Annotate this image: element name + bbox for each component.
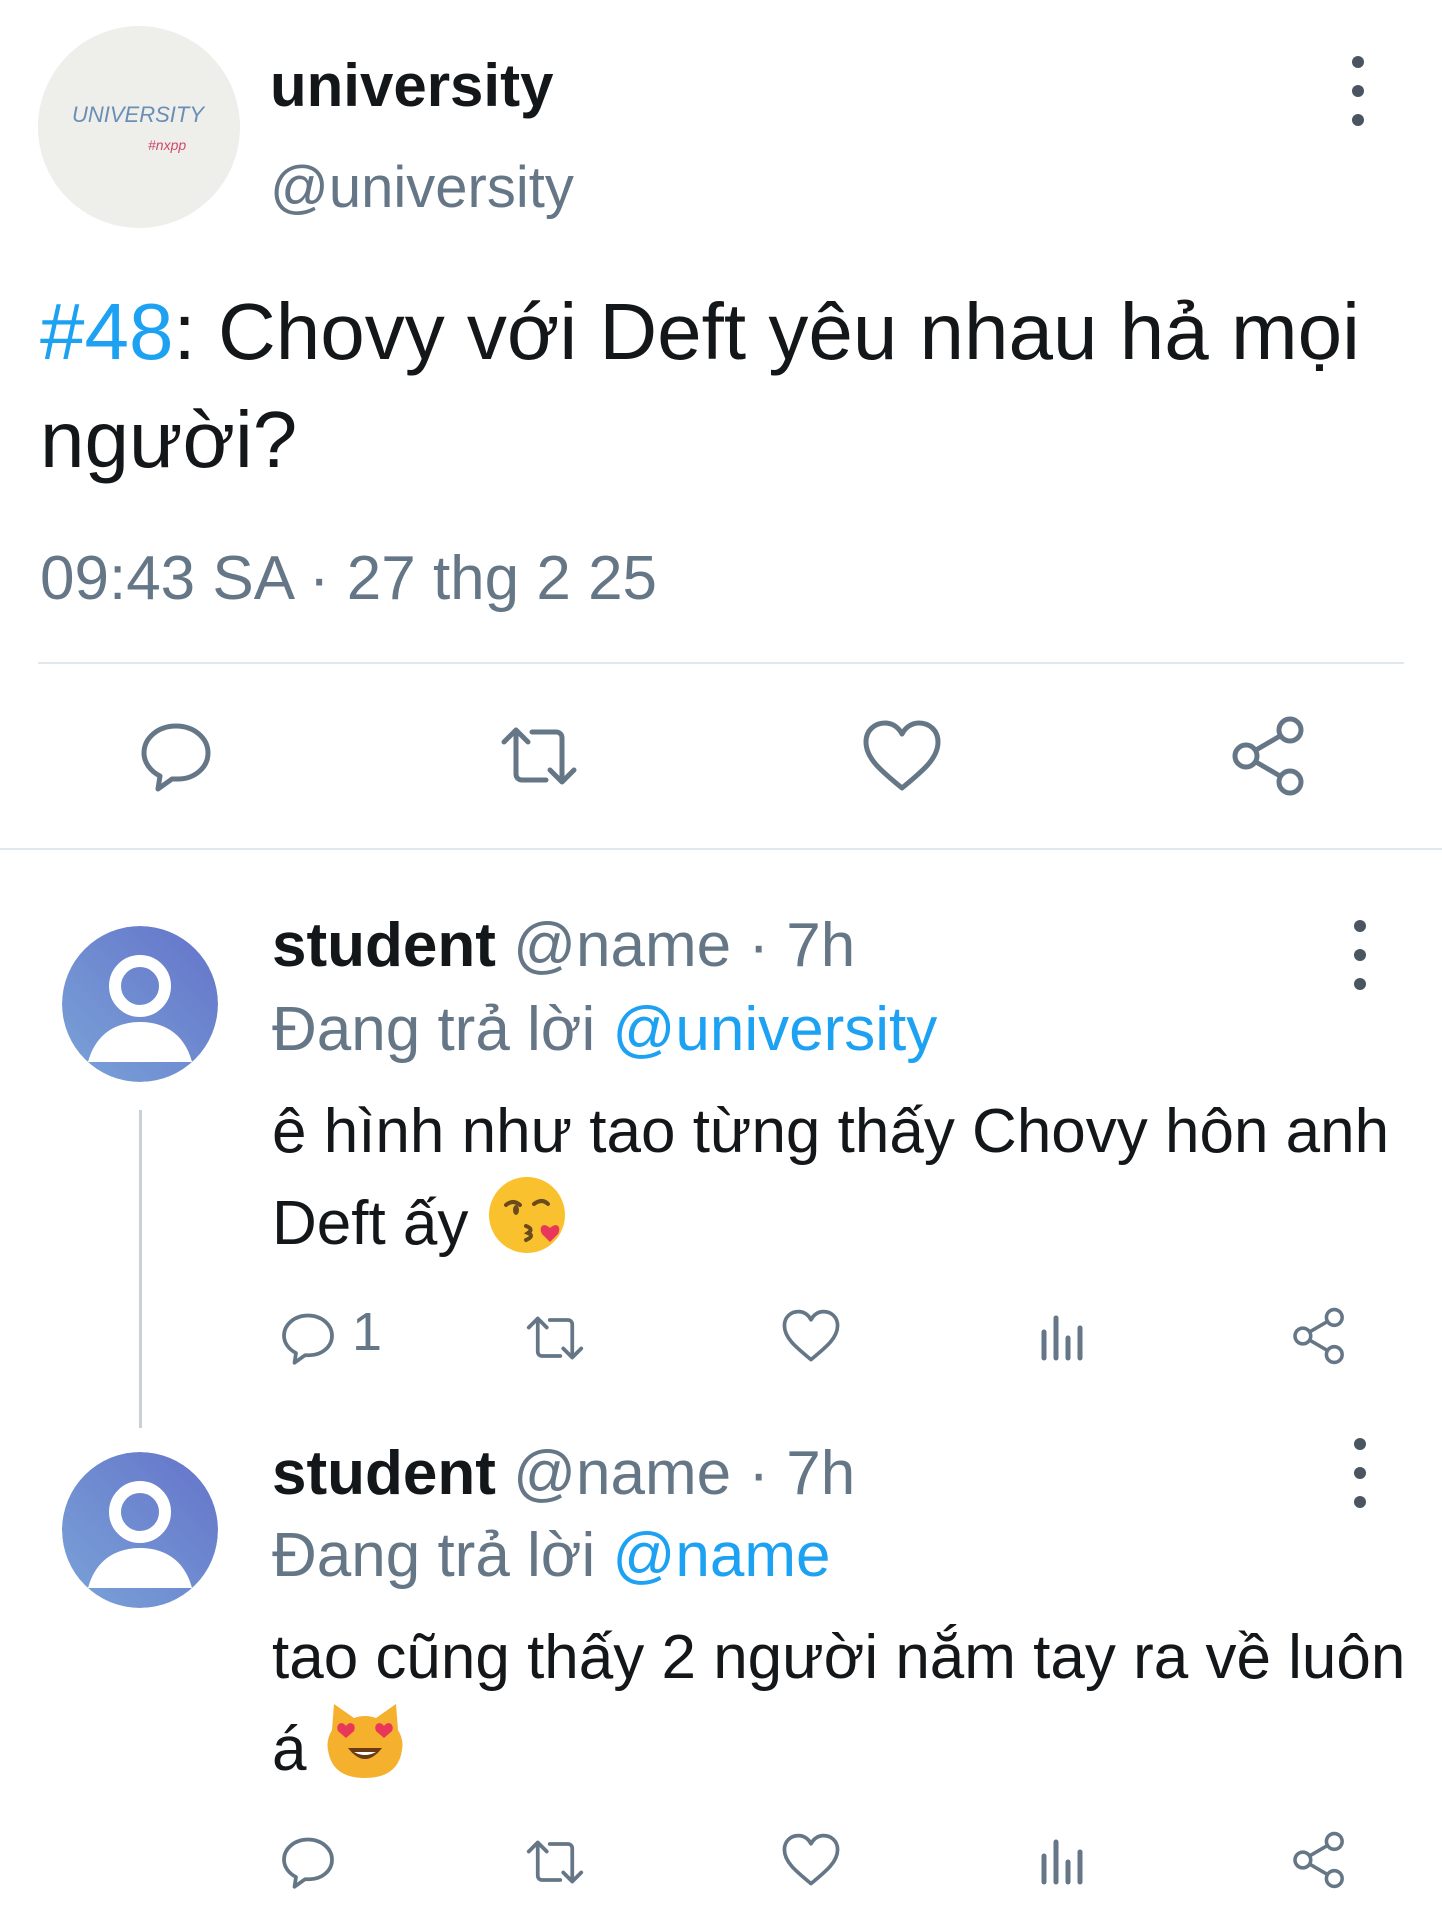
- replying-to-line: Đang trả lời @university: [272, 990, 937, 1070]
- retweet-button[interactable]: [522, 1832, 588, 1892]
- reply-time[interactable]: · 7h: [748, 1439, 855, 1508]
- reply-header: student @name · 7h: [272, 1434, 855, 1514]
- retweet-button[interactable]: [496, 716, 582, 796]
- reply-body: tao cũng thấy 2 người nắm tay ra về luôn…: [272, 1623, 1406, 1784]
- reply-button[interactable]: [278, 1308, 338, 1368]
- retweet-button[interactable]: [522, 1308, 588, 1368]
- like-icon: [863, 720, 941, 791]
- like-icon: [782, 1309, 840, 1362]
- like-button[interactable]: [860, 716, 944, 796]
- replying-label: Đang trả lời: [272, 995, 596, 1064]
- mention-link[interactable]: @name: [612, 1521, 830, 1590]
- share-icon: [1293, 1307, 1344, 1365]
- share-button[interactable]: [1290, 1306, 1350, 1366]
- profile-avatar[interactable]: UNIVERSITY #nxpp: [38, 26, 240, 228]
- more-dot-icon: [1354, 920, 1366, 932]
- more-dot-icon: [1354, 949, 1366, 961]
- reply-display-name[interactable]: student: [272, 911, 496, 980]
- analytics-button[interactable]: [1038, 1310, 1088, 1362]
- like-button[interactable]: [780, 1830, 842, 1890]
- like-icon: [782, 1833, 840, 1886]
- reply-button[interactable]: [136, 716, 216, 796]
- analytics-icon: [1041, 1315, 1083, 1361]
- more-options-button[interactable]: [1345, 1438, 1375, 1508]
- reply-body: ê hình như tao từng thấy Chovy hôn anh D…: [272, 1097, 1390, 1258]
- more-dot-icon: [1352, 114, 1364, 126]
- more-options-button[interactable]: [1343, 56, 1373, 126]
- avatar-text: UNIVERSITY: [72, 102, 205, 127]
- tweet-body: : Chovy với Deft yêu nhau hả mọi người?: [40, 287, 1360, 484]
- share-button[interactable]: [1228, 714, 1312, 798]
- display-name[interactable]: university: [270, 48, 553, 124]
- divider: [38, 662, 1404, 664]
- avatar[interactable]: [62, 926, 218, 1082]
- more-dot-icon: [1354, 1438, 1366, 1450]
- reply-icon: [141, 723, 211, 792]
- retweet-icon: [501, 727, 577, 785]
- heart-eyes-cat-emoji: [324, 1700, 406, 1782]
- share-icon: [1293, 1831, 1344, 1889]
- reply-handle[interactable]: @name: [513, 1439, 731, 1508]
- avatar-subtext: #nxpp: [148, 137, 186, 153]
- reply-handle[interactable]: @name: [513, 911, 731, 980]
- reply-header: student @name · 7h: [272, 906, 855, 986]
- more-dot-icon: [1354, 1496, 1366, 1508]
- more-dot-icon: [1352, 85, 1364, 97]
- replying-label: Đang trả lời: [272, 1521, 596, 1590]
- thread-line: [139, 1110, 142, 1428]
- mention-link[interactable]: @university: [612, 995, 937, 1064]
- hashtag-link[interactable]: #48: [40, 287, 173, 376]
- reply-time[interactable]: · 7h: [748, 911, 855, 980]
- like-button[interactable]: [780, 1306, 842, 1366]
- analytics-icon: [1041, 1839, 1083, 1885]
- reply-icon: [282, 1313, 334, 1365]
- reply-button[interactable]: [278, 1832, 338, 1892]
- kissing-face-emoji: [486, 1174, 568, 1256]
- retweet-icon: [526, 1316, 584, 1360]
- share-button[interactable]: [1290, 1830, 1350, 1890]
- reply-text: ê hình như tao từng thấy Chovy hôn anh D…: [272, 1090, 1412, 1266]
- reply-count: 1: [352, 1302, 383, 1362]
- share-icon: [1232, 716, 1304, 796]
- user-handle[interactable]: @university: [270, 150, 574, 226]
- default-avatar-icon: [62, 1452, 218, 1608]
- more-dot-icon: [1354, 978, 1366, 990]
- tweet-text: #48: Chovy với Deft yêu nhau hả mọi ngườ…: [40, 278, 1400, 494]
- more-dot-icon: [1352, 56, 1364, 68]
- divider: [0, 848, 1442, 850]
- more-dot-icon: [1354, 1467, 1366, 1479]
- reply-icon: [282, 1837, 334, 1889]
- reply-display-name[interactable]: student: [272, 1439, 496, 1508]
- replying-to-line: Đang trả lời @name: [272, 1516, 831, 1596]
- default-avatar-icon: [62, 926, 218, 1082]
- more-options-button[interactable]: [1345, 920, 1375, 990]
- avatar[interactable]: [62, 1452, 218, 1608]
- analytics-button[interactable]: [1038, 1834, 1088, 1886]
- reply-text: tao cũng thấy 2 người nắm tay ra về luôn…: [272, 1616, 1412, 1792]
- tweet-timestamp[interactable]: 09:43 SA · 27 thg 2 25: [40, 538, 657, 620]
- retweet-icon: [526, 1840, 584, 1884]
